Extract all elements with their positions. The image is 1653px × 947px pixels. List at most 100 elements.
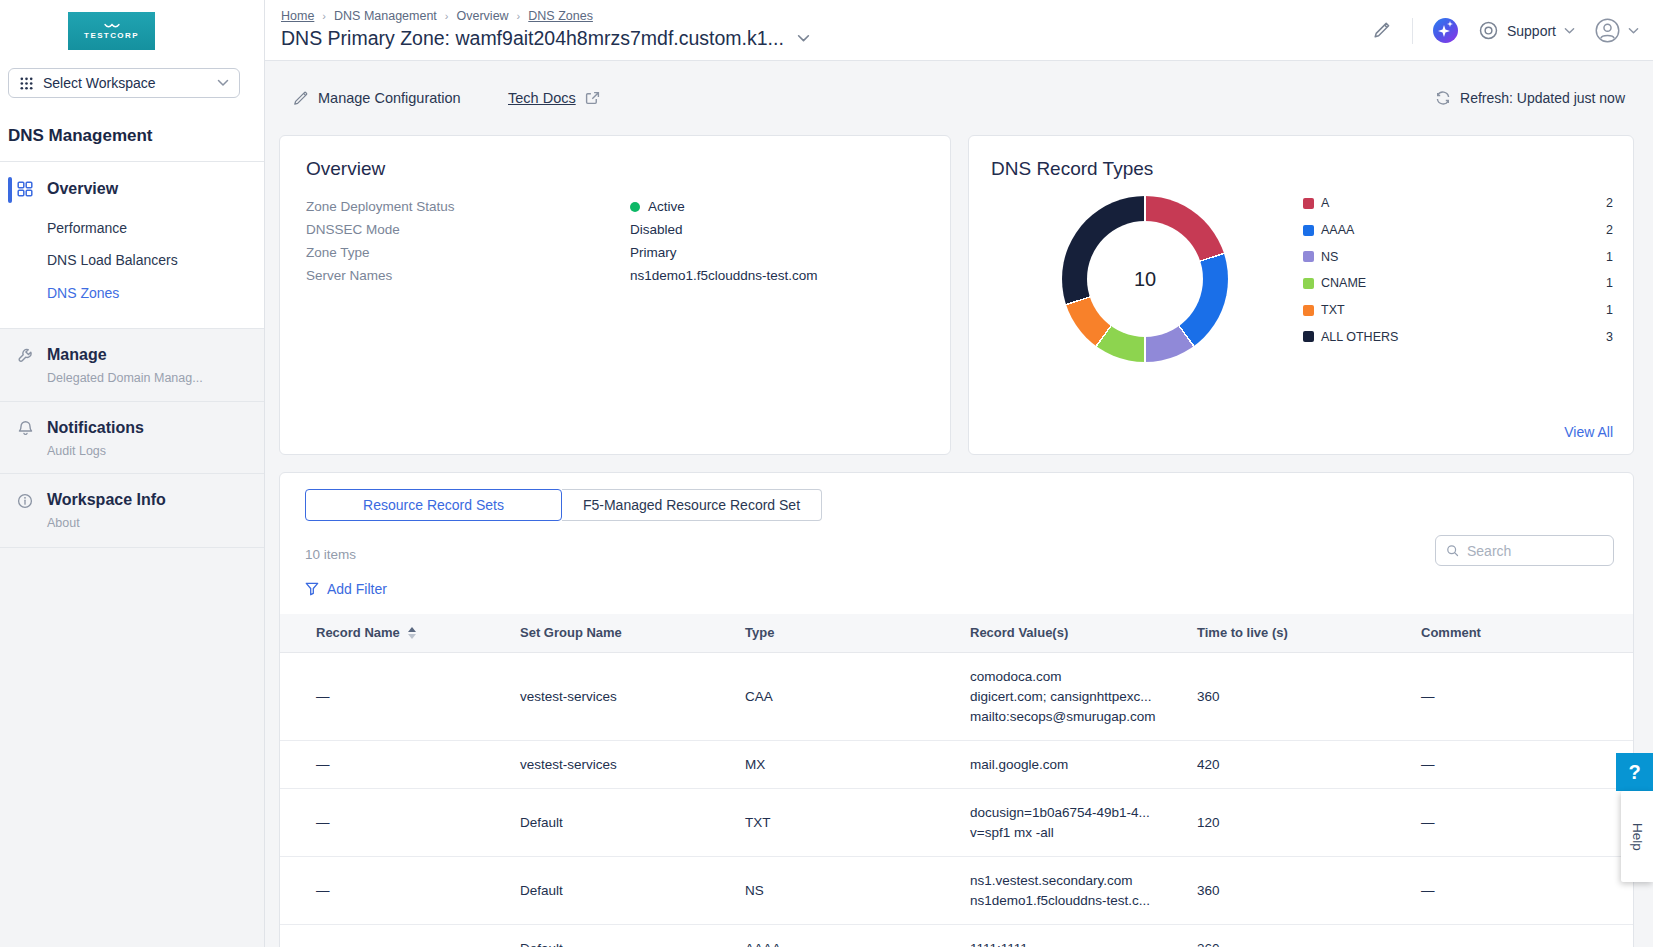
cell-comment: —	[1421, 755, 1597, 775]
record-set-tabs: Resource Record SetsF5-Managed Resource …	[305, 489, 822, 521]
chevron-down-icon	[1564, 27, 1575, 35]
refresh-icon	[1435, 90, 1451, 106]
tech-docs-link[interactable]: Tech Docs	[508, 90, 600, 106]
pencil-icon	[293, 90, 309, 106]
sidebar-item-label: Manage	[47, 346, 107, 364]
cell-record-values: 1111:1111...	[970, 939, 1197, 947]
table-row[interactable]: —vestest-servicesCAAcomodoca.comdigicert…	[280, 653, 1633, 741]
avatar-icon	[1595, 18, 1620, 43]
sidebar-section-manage[interactable]: Manage Delegated Domain Manag...	[0, 328, 264, 401]
legend-label: A	[1321, 196, 1606, 210]
legend-item[interactable]: TXT1	[1303, 297, 1613, 324]
sidebar-item-dns-load-balancers[interactable]: DNS Load Balancers	[47, 252, 178, 268]
support-label: Support	[1507, 23, 1556, 39]
cell-record-name: —	[316, 687, 520, 707]
legend-item[interactable]: NS1	[1303, 243, 1613, 270]
legend-count: 2	[1606, 196, 1613, 210]
info-icon	[17, 493, 33, 509]
dns-record-types-title: DNS Record Types	[991, 158, 1153, 180]
logo-bird-icon	[104, 23, 120, 30]
legend-count: 3	[1606, 330, 1613, 344]
breadcrumb-item[interactable]: Home	[281, 9, 314, 23]
title-chevron-down-icon[interactable]	[797, 34, 810, 43]
legend-swatch	[1303, 331, 1314, 342]
legend-count: 1	[1606, 276, 1613, 290]
legend-label: NS	[1321, 250, 1606, 264]
legend-label: TXT	[1321, 303, 1606, 317]
legend-count: 1	[1606, 250, 1613, 264]
cell-type: MX	[745, 755, 970, 775]
donut-center: 10	[1087, 221, 1203, 337]
workspace-selector[interactable]: Select Workspace	[8, 68, 240, 98]
legend-item[interactable]: ALL OTHERS3	[1303, 323, 1613, 350]
breadcrumb-item[interactable]: Overview	[457, 9, 509, 23]
legend-item[interactable]: AAAA2	[1303, 217, 1613, 244]
legend-label: ALL OTHERS	[1321, 330, 1606, 344]
table-row[interactable]: —DefaultNSns1.vestest.secondary.comns1de…	[280, 857, 1633, 925]
sidebar-section-notifications[interactable]: Notifications Audit Logs	[0, 401, 264, 473]
sidebar-item-label: Workspace Info	[47, 491, 166, 509]
search-box[interactable]	[1435, 535, 1614, 566]
cell-comment: —	[1421, 881, 1597, 901]
cell-record-name: —	[316, 755, 520, 775]
divider	[1412, 18, 1413, 44]
help-tab-label: Help	[1630, 823, 1645, 851]
breadcrumb-separator: ›	[445, 10, 449, 22]
sidebar-section-workspace-info[interactable]: Workspace Info About	[0, 473, 264, 547]
legend-item[interactable]: A2	[1303, 190, 1613, 217]
ai-assistant-button[interactable]	[1433, 18, 1458, 43]
support-menu[interactable]: Support	[1478, 20, 1575, 41]
dns-record-types-card: DNS Record Types 10 A2AAAA2NS1CNAME1TXT1…	[968, 135, 1634, 455]
cell-type: NS	[745, 881, 970, 901]
add-filter-button[interactable]: Add Filter	[305, 581, 387, 597]
table-row[interactable]: —DefaultAAAA1111:1111...360—	[280, 925, 1633, 947]
cell-type: AAAA	[745, 939, 970, 947]
legend-label: CNAME	[1321, 276, 1606, 290]
refresh-button[interactable]: Refresh: Updated just now	[1435, 90, 1625, 106]
help-tab[interactable]: Help	[1621, 791, 1653, 882]
sidebar-item-dns-zones[interactable]: DNS Zones	[47, 285, 119, 301]
column-header-type: Type	[745, 623, 970, 643]
column-header-time-to-live-s-: Time to live (s)	[1197, 623, 1421, 643]
table-header-row: Record NameSet Group NameTypeRecord Valu…	[280, 614, 1633, 653]
column-header-comment: Comment	[1421, 623, 1597, 643]
table-row[interactable]: —DefaultTXTdocusign=1b0a6754-49b1-4...v=…	[280, 789, 1633, 857]
legend-swatch	[1303, 305, 1314, 316]
top-header: Home›DNS Management›Overview›DNS Zones D…	[265, 0, 1653, 61]
legend-swatch	[1303, 251, 1314, 262]
legend-count: 1	[1606, 303, 1613, 317]
cell-record-values: ns1.vestest.secondary.comns1demo1.f5clou…	[970, 871, 1197, 911]
sidebar-item-sublabel: About	[47, 516, 80, 530]
workspace-selector-label: Select Workspace	[43, 75, 208, 91]
cell-record-name: —	[316, 813, 520, 833]
sidebar-item-performance[interactable]: Performance	[47, 220, 127, 236]
brush-icon[interactable]	[1370, 20, 1392, 42]
breadcrumb-item[interactable]: DNS Management	[334, 9, 437, 23]
breadcrumb-separator: ›	[322, 10, 326, 22]
legend-item[interactable]: CNAME1	[1303, 270, 1613, 297]
overview-field-row: Server Namesns1demo1.f5clouddns-test.com	[306, 264, 930, 287]
testcorp-logo: TESTCORP	[68, 12, 155, 50]
view-all-link[interactable]: View All	[1564, 424, 1613, 440]
legend-swatch	[1303, 225, 1314, 236]
cell-record-name: —	[316, 881, 520, 901]
manage-configuration-button[interactable]: Manage Configuration	[293, 90, 461, 106]
tab-resource-record-sets[interactable]: Resource Record Sets	[305, 489, 562, 521]
cell-set-group-name: Default	[520, 813, 745, 833]
table-row[interactable]: —vestest-servicesMXmail.google.com420—	[280, 741, 1633, 789]
external-link-icon	[585, 91, 600, 106]
column-header-record-name[interactable]: Record Name	[316, 623, 520, 643]
cell-record-values: docusign=1b0a6754-49b1-4...v=spf1 mx -al…	[970, 803, 1197, 843]
legend-swatch	[1303, 278, 1314, 289]
sidebar-item-overview[interactable]: Overview	[17, 180, 118, 198]
filter-funnel-icon	[305, 582, 319, 596]
logo-text: TESTCORP	[84, 31, 139, 40]
grid-icon	[19, 76, 34, 91]
help-question-button[interactable]: ?	[1616, 753, 1653, 791]
search-input[interactable]	[1467, 543, 1603, 559]
breadcrumb-item[interactable]: DNS Zones	[528, 9, 593, 23]
dns-record-types-donut[interactable]: 10	[1062, 196, 1228, 362]
sort-icon[interactable]	[408, 627, 416, 639]
tab-f5-managed-resource-record-set[interactable]: F5-Managed Resource Record Set	[562, 489, 822, 521]
account-menu[interactable]	[1595, 18, 1639, 43]
